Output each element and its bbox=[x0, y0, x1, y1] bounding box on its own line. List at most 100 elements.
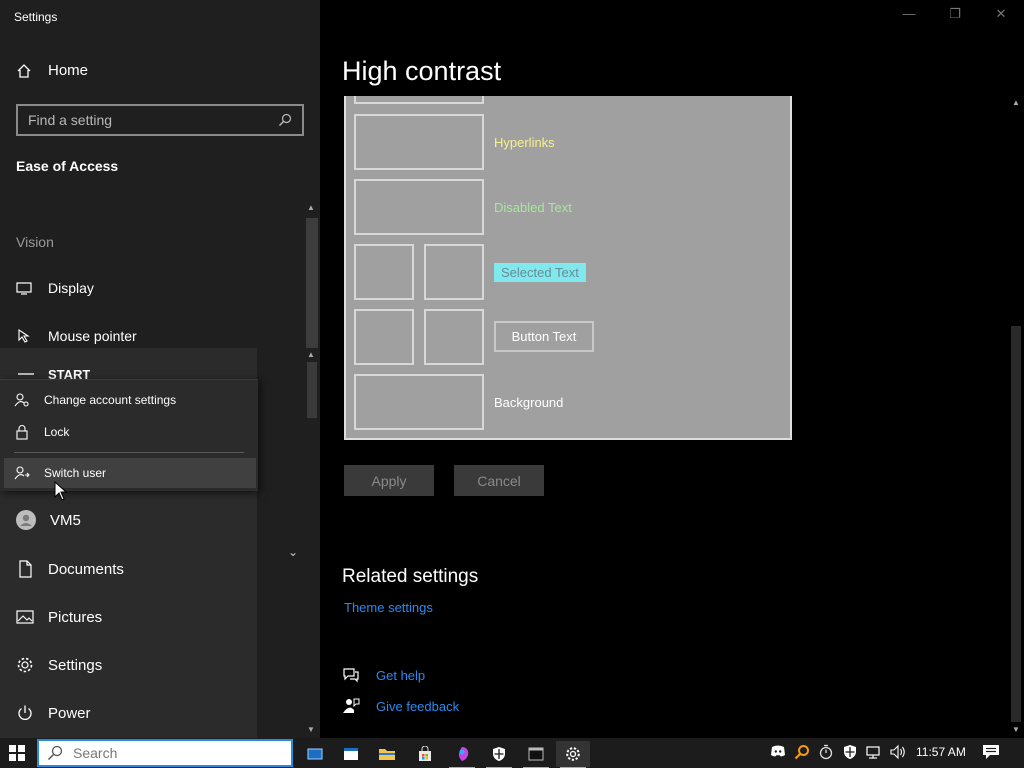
swatch-hyperlinks[interactable] bbox=[354, 114, 484, 170]
windows-start-button[interactable] bbox=[9, 745, 25, 766]
start-item-power-label: Power bbox=[48, 704, 91, 722]
menu-item-lock[interactable]: Lock bbox=[4, 417, 256, 447]
start-item-documents-label: Documents bbox=[48, 560, 124, 578]
store-bag-icon bbox=[419, 746, 431, 761]
menu-item-change-account-settings-label: Change account settings bbox=[44, 393, 177, 407]
terminal-app[interactable] bbox=[519, 741, 553, 768]
shield-icon bbox=[844, 745, 856, 759]
menu-item-switch-user[interactable]: Switch user bbox=[4, 458, 256, 488]
get-help-link[interactable]: Get help bbox=[376, 668, 425, 683]
get-help-icon bbox=[343, 668, 359, 683]
network-tray-icon[interactable] bbox=[865, 744, 881, 763]
search-icon bbox=[47, 745, 63, 761]
discord-tray-icon[interactable] bbox=[770, 744, 786, 761]
start-scroll-down-icon[interactable]: ▼ bbox=[307, 725, 315, 734]
cancel-button[interactable]: Cancel bbox=[454, 465, 544, 496]
shield-icon bbox=[493, 747, 505, 761]
magnifier-icon bbox=[794, 745, 809, 760]
discord-icon bbox=[771, 745, 785, 757]
action-center-button[interactable] bbox=[982, 744, 1000, 765]
restore-button[interactable]: ❐ bbox=[943, 6, 967, 22]
theme-settings-link[interactable]: Theme settings bbox=[344, 600, 433, 615]
security-app[interactable] bbox=[482, 741, 516, 768]
swatch-selected-text-fg[interactable] bbox=[354, 244, 414, 300]
magnifier-tray-icon[interactable] bbox=[794, 744, 810, 763]
find-setting-input[interactable] bbox=[28, 112, 278, 128]
swatch-disabled-text[interactable] bbox=[354, 179, 484, 235]
nav-scrollbar-thumb[interactable] bbox=[306, 218, 318, 348]
network-icon bbox=[866, 746, 880, 759]
gear-icon bbox=[566, 747, 580, 761]
get-help-row[interactable]: Get help bbox=[342, 666, 425, 684]
related-settings-title: Related settings bbox=[342, 566, 479, 587]
start-item-pictures[interactable]: Pictures bbox=[16, 608, 102, 626]
nav-item-display-label: Display bbox=[48, 280, 94, 296]
app-window-app[interactable] bbox=[334, 741, 368, 767]
page-title: High contrast bbox=[342, 56, 502, 86]
main-scroll-up-icon[interactable]: ▲ bbox=[1012, 98, 1020, 107]
taskbar-clock[interactable]: 11:57 AM bbox=[916, 745, 966, 759]
gear-icon bbox=[17, 657, 33, 673]
start-item-power[interactable]: Power bbox=[16, 704, 91, 722]
home-icon bbox=[17, 63, 31, 78]
swatch-background[interactable] bbox=[354, 374, 484, 430]
nav-item-display[interactable]: Display bbox=[16, 280, 94, 296]
chevron-down-icon[interactable]: ⌄ bbox=[288, 545, 298, 559]
start-item-documents[interactable]: Documents bbox=[16, 560, 124, 578]
nav-home-label: Home bbox=[48, 62, 89, 79]
minimize-button[interactable]: — bbox=[897, 6, 921, 21]
taskbar-search-box[interactable] bbox=[37, 739, 293, 767]
terminal-icon bbox=[528, 747, 544, 761]
start-user-vm5[interactable]: VM5 bbox=[16, 510, 81, 530]
main-scroll-down-icon[interactable]: ▼ bbox=[1012, 725, 1020, 734]
store-app[interactable] bbox=[408, 741, 442, 767]
start-item-settings[interactable]: Settings bbox=[16, 656, 102, 674]
menu-item-switch-user-label: Switch user bbox=[44, 466, 107, 480]
give-feedback-link[interactable]: Give feedback bbox=[376, 699, 459, 714]
selected-text-label: Selected Text bbox=[494, 263, 586, 282]
power-icon bbox=[18, 705, 32, 720]
find-setting-box[interactable] bbox=[16, 104, 304, 136]
notification-icon bbox=[983, 745, 999, 759]
nav-home[interactable]: Home bbox=[16, 62, 88, 79]
main-scrollbar-thumb[interactable] bbox=[1011, 326, 1021, 722]
taskbar-search-input[interactable] bbox=[73, 745, 273, 761]
start-scroll-up-icon[interactable]: ▲ bbox=[307, 350, 315, 359]
task-view-app[interactable] bbox=[298, 741, 332, 767]
nav-item-mouse-pointer[interactable]: Mouse pointer bbox=[16, 328, 137, 344]
start-item-pictures-label: Pictures bbox=[48, 608, 103, 626]
swatch-text[interactable] bbox=[354, 96, 484, 104]
give-feedback-row[interactable]: Give feedback bbox=[342, 697, 459, 715]
lock-icon bbox=[16, 425, 28, 440]
folder-icon bbox=[379, 749, 395, 760]
mouse-pointer-icon bbox=[18, 328, 30, 343]
nav-scroll-up-icon[interactable]: ▲ bbox=[307, 203, 315, 212]
settings-app[interactable] bbox=[556, 741, 590, 768]
switch-user-icon bbox=[14, 466, 30, 480]
pictures-icon bbox=[16, 610, 34, 624]
defender-tray-icon[interactable] bbox=[842, 744, 858, 763]
stopwatch-icon bbox=[819, 744, 833, 760]
file-explorer-app[interactable] bbox=[370, 741, 404, 767]
swatch-button-text-bg[interactable] bbox=[424, 309, 484, 365]
volume-tray-icon[interactable] bbox=[889, 744, 907, 763]
apply-button[interactable]: Apply bbox=[344, 465, 434, 496]
menu-item-lock-label: Lock bbox=[44, 425, 70, 439]
task-view-icon bbox=[307, 748, 323, 760]
menu-separator bbox=[14, 452, 244, 453]
user-settings-icon bbox=[14, 393, 29, 407]
swatch-button-text-fg[interactable] bbox=[354, 309, 414, 365]
app-window-icon bbox=[344, 748, 358, 760]
menu-item-change-account-settings[interactable]: Change account settings bbox=[4, 385, 256, 415]
hyperlinks-label: Hyperlinks bbox=[494, 135, 555, 150]
swatch-selected-text-bg[interactable] bbox=[424, 244, 484, 300]
account-context-menu: Change account settings Lock Switch user bbox=[0, 379, 258, 491]
timer-tray-icon[interactable] bbox=[818, 744, 834, 763]
close-button[interactable]: ✕ bbox=[989, 6, 1013, 22]
paint-app[interactable] bbox=[445, 741, 479, 768]
nav-item-mouse-pointer-label: Mouse pointer bbox=[48, 328, 137, 344]
high-contrast-preview: Hyperlinks Disabled Text Selected Text B… bbox=[344, 96, 792, 440]
category-title: Ease of Access bbox=[16, 158, 119, 174]
start-user-label: VM5 bbox=[50, 511, 81, 529]
start-scrollbar-thumb[interactable] bbox=[307, 362, 317, 418]
